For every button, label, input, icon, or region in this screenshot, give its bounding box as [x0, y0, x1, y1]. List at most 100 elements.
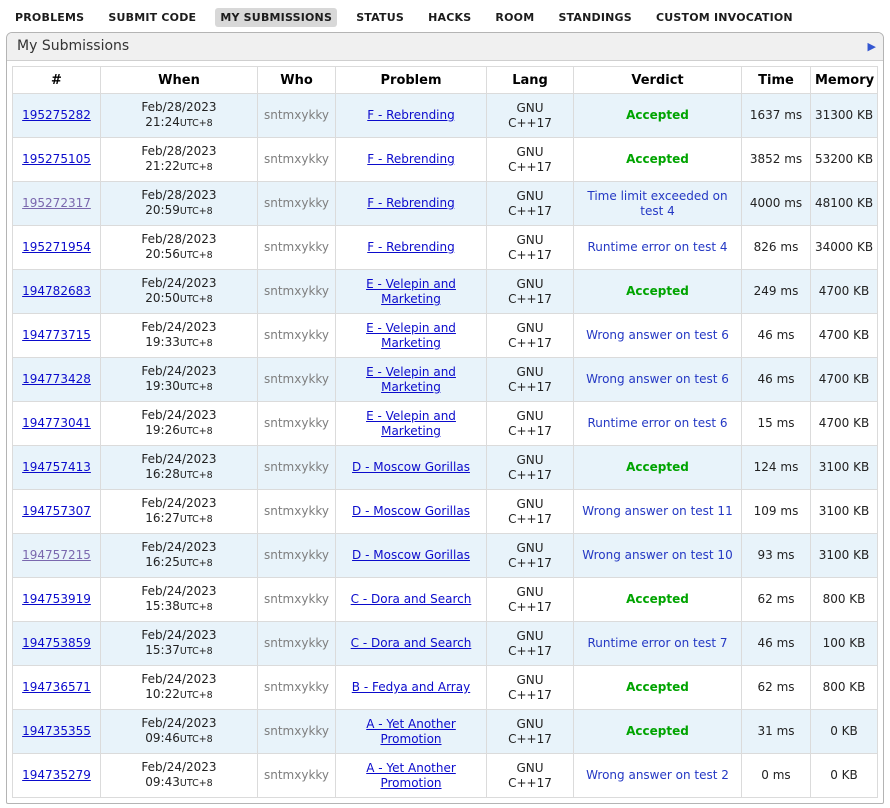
submission-exec-time-cell: 15 ms [742, 402, 811, 446]
nav-tab-hacks[interactable]: HACKS [423, 8, 476, 27]
language-label: GNU C++17 [504, 145, 556, 175]
submission-lang-cell: GNU C++17 [487, 358, 574, 402]
submission-id-link[interactable]: 194773428 [22, 372, 91, 386]
user-handle-link[interactable]: sntmxykky [264, 680, 329, 694]
submission-memory-cell: 800 KB [811, 578, 878, 622]
submission-id-link[interactable]: 194735279 [22, 768, 91, 782]
submission-id-cell: 194773041 [13, 402, 101, 446]
nav-tab-problems[interactable]: PROBLEMS [10, 8, 89, 27]
submission-memory-cell: 3100 KB [811, 490, 878, 534]
submission-exec-time-cell: 62 ms [742, 666, 811, 710]
submission-verdict-cell: Accepted [574, 666, 742, 710]
user-handle-link[interactable]: sntmxykky [264, 592, 329, 606]
verdict-label: Accepted [626, 108, 689, 122]
problem-link[interactable]: E - Velepin and Marketing [366, 277, 456, 306]
submission-exec-time-cell: 62 ms [742, 578, 811, 622]
submission-id-link[interactable]: 194782683 [22, 284, 91, 298]
submission-who-cell: sntmxykky [258, 490, 336, 534]
expand-arrow-icon[interactable]: ▶ [868, 40, 876, 53]
user-handle-link[interactable]: sntmxykky [264, 108, 329, 122]
nav-tab-submit-code[interactable]: SUBMIT CODE [103, 8, 201, 27]
submission-who-cell: sntmxykky [258, 578, 336, 622]
verdict-label: Runtime error on test 7 [587, 636, 727, 650]
problem-link[interactable]: E - Velepin and Marketing [366, 365, 456, 394]
submission-when-cell: Feb/24/2023 15:38UTC+8 [101, 578, 258, 622]
user-handle-link[interactable]: sntmxykky [264, 768, 329, 782]
user-handle-link[interactable]: sntmxykky [264, 460, 329, 474]
submission-id-link[interactable]: 194735355 [22, 724, 91, 738]
submission-time: 15:37UTC+8 [145, 643, 212, 657]
submission-id-link[interactable]: 195271954 [22, 240, 91, 254]
problem-link[interactable]: D - Moscow Gorillas [352, 504, 470, 518]
submission-id-link[interactable]: 194757413 [22, 460, 91, 474]
submission-row: 195271954 Feb/28/2023 20:56UTC+8 sntmxyk… [13, 226, 878, 270]
submission-when-cell: Feb/24/2023 16:28UTC+8 [101, 446, 258, 490]
problem-link[interactable]: D - Moscow Gorillas [352, 548, 470, 562]
problem-link[interactable]: B - Fedya and Array [352, 680, 470, 694]
submission-verdict-cell: Wrong answer on test 6 [574, 358, 742, 402]
user-handle-link[interactable]: sntmxykky [264, 196, 329, 210]
submission-id-link[interactable]: 195275282 [22, 108, 91, 122]
submission-id-link[interactable]: 195272317 [22, 196, 91, 210]
problem-link[interactable]: F - Rebrending [367, 152, 455, 166]
nav-tab-status[interactable]: STATUS [351, 8, 409, 27]
submission-id-link[interactable]: 194757307 [22, 504, 91, 518]
user-handle-link[interactable]: sntmxykky [264, 328, 329, 342]
submission-id-link[interactable]: 194757215 [22, 548, 91, 562]
timezone-label: UTC+8 [180, 602, 213, 613]
submission-id-cell: 194736571 [13, 666, 101, 710]
submission-id-link[interactable]: 194753919 [22, 592, 91, 606]
user-handle-link[interactable]: sntmxykky [264, 152, 329, 166]
submission-id-link[interactable]: 195275105 [22, 152, 91, 166]
user-handle-link[interactable]: sntmxykky [264, 548, 329, 562]
exec-time-label: 4000 ms [750, 196, 802, 210]
timezone-label: UTC+8 [180, 426, 213, 437]
submission-when-cell: Feb/24/2023 09:43UTC+8 [101, 754, 258, 798]
submission-id-link[interactable]: 194773041 [22, 416, 91, 430]
problem-link[interactable]: E - Velepin and Marketing [366, 321, 456, 350]
submission-id-link[interactable]: 194753859 [22, 636, 91, 650]
user-handle-link[interactable]: sntmxykky [264, 416, 329, 430]
exec-time-label: 93 ms [757, 548, 794, 562]
submission-exec-time-cell: 0 ms [742, 754, 811, 798]
user-handle-link[interactable]: sntmxykky [264, 372, 329, 386]
problem-link[interactable]: A - Yet Another Promotion [366, 717, 456, 746]
language-label: GNU C++17 [504, 717, 556, 747]
nav-tab-room[interactable]: ROOM [490, 8, 539, 27]
timezone-label: UTC+8 [180, 118, 213, 129]
problem-link[interactable]: E - Velepin and Marketing [366, 409, 456, 438]
memory-label: 4700 KB [819, 416, 869, 430]
problem-link[interactable]: F - Rebrending [367, 240, 455, 254]
nav-tab-standings[interactable]: STANDINGS [553, 8, 636, 27]
submission-clock: 16:28 [145, 467, 180, 481]
nav-tab-my-submissions[interactable]: MY SUBMISSIONS [215, 8, 337, 27]
user-handle-link[interactable]: sntmxykky [264, 240, 329, 254]
timezone-label: UTC+8 [180, 338, 213, 349]
user-handle-link[interactable]: sntmxykky [264, 636, 329, 650]
verdict-label: Runtime error on test 6 [587, 416, 727, 430]
nav-tab-custom-invocation[interactable]: CUSTOM INVOCATION [651, 8, 798, 27]
submission-when-cell: Feb/28/2023 21:22UTC+8 [101, 138, 258, 182]
problem-link[interactable]: C - Dora and Search [351, 592, 472, 606]
user-handle-link[interactable]: sntmxykky [264, 284, 329, 298]
submission-id-link[interactable]: 194736571 [22, 680, 91, 694]
submission-when-cell: Feb/24/2023 16:27UTC+8 [101, 490, 258, 534]
user-handle-link[interactable]: sntmxykky [264, 724, 329, 738]
problem-link[interactable]: A - Yet Another Promotion [366, 761, 456, 790]
problem-link[interactable]: F - Rebrending [367, 108, 455, 122]
submission-problem-cell: F - Rebrending [336, 94, 487, 138]
submission-who-cell: sntmxykky [258, 358, 336, 402]
submission-id-link[interactable]: 194773715 [22, 328, 91, 342]
contest-nav: PROBLEMS SUBMIT CODE MY SUBMISSIONS STAT… [0, 0, 890, 31]
submission-time: 21:22UTC+8 [145, 159, 212, 173]
timezone-label: UTC+8 [180, 162, 213, 173]
problem-link[interactable]: D - Moscow Gorillas [352, 460, 470, 474]
submission-time: 16:27UTC+8 [145, 511, 212, 525]
verdict-label: Accepted [626, 724, 689, 738]
submission-row: 195275282 Feb/28/2023 21:24UTC+8 sntmxyk… [13, 94, 878, 138]
memory-label: 3100 KB [819, 504, 869, 518]
user-handle-link[interactable]: sntmxykky [264, 504, 329, 518]
problem-link[interactable]: C - Dora and Search [351, 636, 472, 650]
problem-link[interactable]: F - Rebrending [367, 196, 455, 210]
verdict-label: Accepted [626, 284, 689, 298]
